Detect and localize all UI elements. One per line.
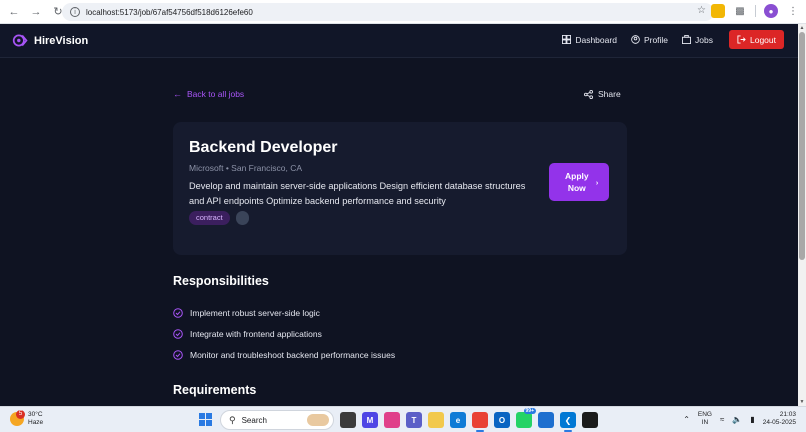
clock[interactable]: 21:03 24-05-2025 [763, 411, 796, 427]
region-code: IN [701, 419, 709, 426]
nav-jobs-label: Jobs [695, 34, 713, 45]
briefcase-icon [682, 35, 692, 44]
chevron-up-icon[interactable]: ⌃ [683, 415, 690, 424]
back-arrow-icon: ← [173, 89, 182, 99]
responsibilities-list: Implement robust server-side logic Integ… [173, 302, 395, 365]
back-link-label: Back to all jobs [187, 89, 245, 99]
job-card: Backend Developer Microsoft • San Franci… [173, 122, 627, 255]
site-info-icon[interactable]: i [70, 7, 80, 17]
windows-taskbar: 5 30°C Haze ⚲ Search M T e O 99+ ❮ ⌃ ENG… [0, 406, 806, 432]
logout-label: Logout [750, 34, 776, 45]
pycharm-icon[interactable] [582, 412, 598, 428]
check-circle-icon [173, 349, 183, 360]
whatsapp-badge: 99+ [523, 408, 536, 414]
share-button[interactable]: Share [584, 89, 621, 99]
profile-avatar-icon[interactable]: ● [764, 4, 778, 18]
back-arrow-icon[interactable]: ← [6, 4, 22, 20]
toolbar-divider [755, 5, 756, 17]
file-explorer-icon[interactable] [428, 412, 444, 428]
whatsapp-icon[interactable]: 99+ [516, 408, 536, 428]
job-meta: Microsoft • San Francisco, CA [189, 163, 303, 173]
wifi-icon[interactable]: ≈ [720, 415, 724, 424]
taskbar-search-label: Search [241, 415, 267, 425]
job-type-tag: contract [189, 211, 230, 225]
weather-sun-icon: 5 [10, 410, 25, 426]
language-code: ENG [697, 411, 712, 418]
forward-arrow-icon[interactable]: → [28, 4, 44, 20]
teams-icon[interactable]: T [406, 412, 422, 428]
logout-icon [737, 35, 746, 44]
main-nav: Dashboard Profile Jobs Logout [548, 30, 784, 49]
scroll-thumb[interactable] [799, 32, 805, 260]
page-scrollbar[interactable]: ▲ ▼ [798, 24, 806, 406]
search-highlight-icon [307, 414, 329, 426]
job-title: Backend Developer [189, 139, 338, 156]
task-view-icon[interactable] [340, 412, 356, 428]
weather-temp: 30°C [28, 411, 43, 418]
edge-icon[interactable]: e [450, 412, 466, 428]
battery-icon[interactable]: ▮ [750, 415, 754, 424]
browser-toolbar: ← → ↻ i localhost:5173/job/67af54756df51… [0, 0, 806, 24]
list-item: Implement robust server-side logic [173, 302, 395, 323]
back-to-jobs-link[interactable]: ← Back to all jobs [173, 89, 244, 99]
dashboard-icon [562, 35, 572, 44]
requirements-title: Requirements [173, 383, 257, 397]
list-item: Monitor and troubleshoot backend perform… [173, 344, 395, 365]
windows-start-icon[interactable] [199, 413, 212, 426]
logout-button[interactable]: Logout [729, 30, 784, 49]
job-description: Develop and maintain server-side applica… [189, 181, 526, 206]
language-indicator[interactable]: ENG IN [698, 411, 712, 427]
volume-icon[interactable]: 🔈 [732, 415, 742, 424]
taskbar-apps: M T e O 99+ ❮ [340, 408, 598, 432]
nav-profile-label: Profile [643, 34, 669, 45]
responsibility-text: Implement robust server-side logic [190, 307, 320, 318]
bookmark-star-icon[interactable]: ☆ [697, 5, 706, 16]
list-item: Integrate with frontend applications [173, 323, 395, 344]
nav-dashboard[interactable]: Dashboard [562, 35, 617, 45]
scroll-down-icon[interactable]: ▼ [798, 398, 806, 406]
job-tag-empty [236, 211, 249, 225]
vscode-icon[interactable]: ❮ [560, 412, 576, 432]
chrome-icon[interactable] [472, 412, 488, 432]
share-label: Share [598, 89, 621, 99]
nav-profile[interactable]: Profile [631, 35, 668, 45]
address-bar[interactable]: i localhost:5173/job/67af54756df518d6126… [62, 3, 714, 21]
browser-menu-icon[interactable]: ⋮ [786, 4, 800, 18]
share-icon [584, 89, 593, 99]
extensions-puzzle-icon[interactable]: ▩ [733, 4, 747, 18]
taskbar-search[interactable]: ⚲ Search [220, 410, 334, 430]
extension-icon[interactable] [711, 4, 725, 18]
date-text: 24-05-2025 [762, 419, 796, 426]
app-header: HireVision Dashboard Profile Jobs Logout [0, 24, 798, 58]
time-text: 21:03 [779, 411, 796, 418]
url-text[interactable]: localhost:5173/job/67af54756df518d6126ef… [86, 8, 253, 17]
check-circle-icon [173, 328, 183, 339]
system-tray: ⌃ ENG IN ≈ 🔈 ▮ 21:03 24-05-2025 [683, 411, 796, 427]
nav-jobs[interactable]: Jobs [682, 35, 713, 45]
responsibility-text: Integrate with frontend applications [190, 328, 322, 339]
user-icon [631, 35, 640, 44]
brand-name: HireVision [34, 34, 89, 47]
nav-dashboard-label: Dashboard [575, 34, 617, 45]
apply-now-button[interactable]: Apply Now › [549, 163, 609, 201]
job-detail-page: ← Back to all jobs Share Backend Develop… [0, 58, 798, 406]
app-icon[interactable]: M [362, 412, 378, 428]
brand[interactable]: HireVision [12, 32, 88, 49]
responsibilities-title: Responsibilities [173, 274, 269, 288]
outlook-icon[interactable]: O [494, 412, 510, 428]
scroll-up-icon[interactable]: ▲ [798, 24, 806, 32]
copilot-icon[interactable] [384, 412, 400, 428]
weather-desc: Haze [28, 419, 44, 426]
responsibility-text: Monitor and troubleshoot backend perform… [190, 349, 396, 360]
arrow-right-icon: › [595, 180, 599, 187]
weather-widget[interactable]: 5 30°C Haze [10, 410, 44, 427]
check-circle-icon [173, 307, 183, 318]
notes-icon[interactable] [538, 412, 554, 428]
brand-logo-icon [12, 34, 28, 47]
apply-label: Apply Now [565, 171, 589, 193]
weather-badge: 5 [16, 410, 25, 419]
search-icon: ⚲ [229, 414, 236, 425]
